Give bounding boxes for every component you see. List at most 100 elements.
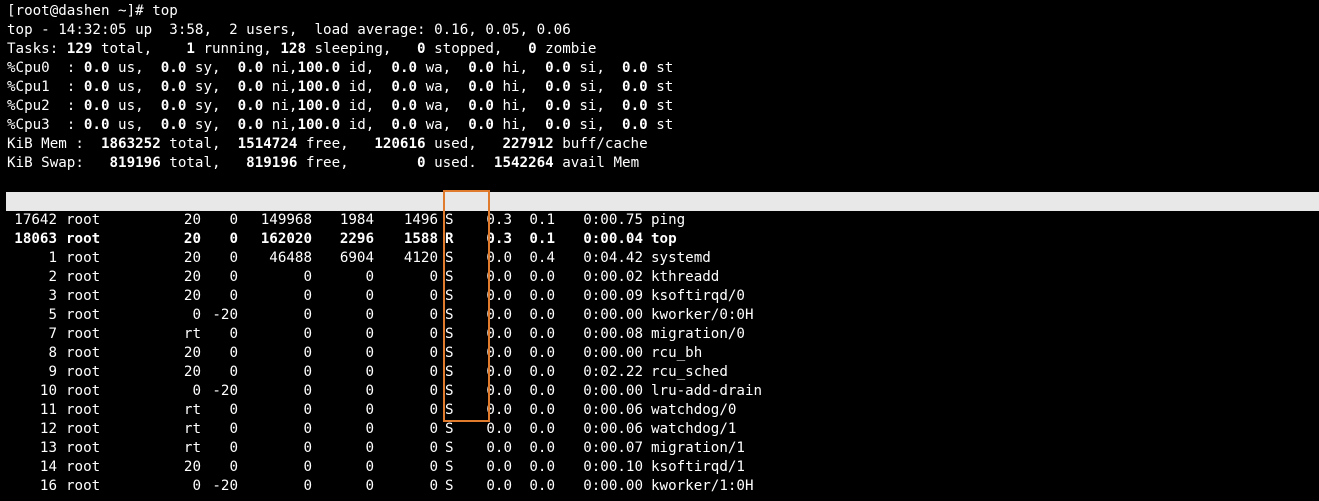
cell-mem: 0.0 — [529, 326, 555, 342]
table-row[interactable]: 12 root rt 0 0 0 0 S 0.0 0.0 0:00.06 watchdog/1 — [7, 420, 762, 439]
cell-cpu: 0.0 — [486, 459, 512, 475]
cell-ni: 0 — [229, 440, 238, 456]
cell-cpu: 0.0 — [486, 402, 512, 418]
cell-user: root — [66, 459, 101, 475]
cell-res: 0 — [365, 459, 374, 475]
cell-s: S — [445, 440, 454, 456]
cpu-id: 100.0 — [297, 117, 341, 133]
cell-command: rcu_sched — [651, 364, 728, 380]
cell-ni: 0 — [229, 345, 238, 361]
cell-pr: 20 — [183, 212, 201, 228]
cell-user: root — [66, 345, 101, 361]
cell-pid: 12 — [39, 421, 57, 437]
cell-cpu: 0.0 — [486, 288, 512, 304]
cell-command: rcu_bh — [651, 345, 703, 361]
cell-command: watchdog/1 — [651, 421, 737, 437]
cell-shr: 4120 — [403, 250, 438, 266]
cell-mem: 0.0 — [529, 402, 555, 418]
cell-mem: 0.0 — [529, 307, 555, 323]
cell-res: 0 — [365, 478, 374, 494]
cell-pr: 20 — [183, 269, 201, 285]
cell-res: 0 — [365, 440, 374, 456]
cell-time: 0:00.04 — [583, 231, 643, 247]
cell-shr: 0 — [429, 345, 438, 361]
cell-pid: 7 — [48, 326, 57, 342]
cell-s: R — [445, 231, 454, 247]
table-row[interactable]: 14 root 20 0 0 0 0 S 0.0 0.0 0:00.10 ksoftirqd/1 — [7, 458, 762, 477]
tasks-stopped: 0 — [417, 41, 426, 57]
cell-virt: 46488 — [269, 250, 312, 266]
mem-buff-cache: 227912 — [502, 136, 554, 152]
cell-command: top — [651, 231, 677, 247]
cell-command: kworker/0:0H — [651, 307, 754, 323]
cpu-sy: 0.0 — [160, 117, 187, 133]
cpu-id: 100.0 — [297, 79, 341, 95]
cell-cpu: 0.0 — [486, 250, 512, 266]
table-row[interactable]: 1 root 20 0 46488 6904 4120 S 0.0 0.4 0:04.42 syste… — [7, 249, 762, 268]
cell-cpu: 0.0 — [486, 440, 512, 456]
table-row[interactable]: 18063 root 20 0 162020 2296 1588 R 0.3 0.1 0:00.04… — [7, 230, 762, 249]
cell-res: 2296 — [339, 231, 374, 247]
cell-command: lru-add-drain — [651, 383, 763, 399]
cpu-sy: 0.0 — [160, 98, 187, 114]
cell-virt: 0 — [303, 402, 312, 418]
cell-virt: 0 — [303, 364, 312, 380]
cell-user: root — [66, 383, 101, 399]
cell-mem: 0.4 — [529, 250, 555, 266]
cell-pr: 20 — [183, 250, 201, 266]
cell-time: 0:00.00 — [583, 345, 643, 361]
cell-command: ping — [651, 212, 686, 228]
cell-shr: 0 — [429, 364, 438, 380]
cell-pid: 1 — [48, 250, 57, 266]
cell-shr: 0 — [429, 269, 438, 285]
terminal-window[interactable]: [root@dashen ~]# top top - 14:32:05 up 3… — [0, 0, 1319, 501]
cell-ni: 0 — [229, 231, 238, 247]
cell-res: 6904 — [339, 250, 374, 266]
cell-pid: 18063 — [14, 231, 57, 247]
cell-time: 0:00.06 — [583, 421, 643, 437]
cell-ni: 0 — [229, 364, 238, 380]
cell-user: root — [66, 440, 101, 456]
table-row[interactable]: 16 root 0 -20 0 0 0 S 0.0 0.0 0:00.00 kworker/1:0H — [7, 477, 762, 496]
table-row[interactable]: 11 root rt 0 0 0 0 S 0.0 0.0 0:00.06 watchdog/0 — [7, 401, 762, 420]
tasks-label: Tasks: — [7, 41, 59, 57]
cell-time: 0:00.02 — [583, 269, 643, 285]
table-row[interactable]: 5 root 0 -20 0 0 0 S 0.0 0.0 0:00.00 kworker/0:0H — [7, 306, 762, 325]
cell-user: root — [66, 288, 101, 304]
table-row[interactable]: 13 root rt 0 0 0 0 S 0.0 0.0 0:00.07 migration/1 — [7, 439, 762, 458]
cpu-line: %Cpu3 : 0.0 us, 0.0 sy, 0.0 ni,100.0 id,… — [7, 117, 674, 133]
cell-ni: 0 — [229, 212, 238, 228]
cell-mem: 0.0 — [529, 383, 555, 399]
table-row[interactable]: 3 root 20 0 0 0 0 S 0.0 0.0 0:00.09 ksoftirqd/0 — [7, 287, 762, 306]
cpu-si: 0.0 — [545, 79, 571, 95]
cell-pr: 0 — [192, 383, 201, 399]
mem-free: 1514724 — [237, 136, 298, 152]
cpu-line: %Cpu2 : 0.0 us, 0.0 sy, 0.0 ni,100.0 id,… — [7, 98, 674, 114]
cell-user: root — [66, 364, 101, 380]
table-row[interactable]: 7 root rt 0 0 0 0 S 0.0 0.0 0:00.08 migration/0 — [7, 325, 762, 344]
table-row[interactable]: 9 root 20 0 0 0 0 S 0.0 0.0 0:02.22 rcu_sched — [7, 363, 762, 382]
cell-s: S — [445, 402, 454, 418]
cell-pid: 10 — [39, 383, 57, 399]
cell-mem: 0.0 — [529, 269, 555, 285]
cpu-hi: 0.0 — [468, 79, 494, 95]
cell-pid: 9 — [48, 364, 57, 380]
table-row[interactable]: 10 root 0 -20 0 0 0 S 0.0 0.0 0:00.00 lru-add-drain — [7, 382, 762, 401]
mem-line: KiB Mem : 1863252 total, 1514724 free, 1… — [7, 136, 648, 152]
cell-time: 0:00.00 — [583, 307, 643, 323]
mem-used: 120616 — [374, 136, 426, 152]
cell-virt: 0 — [303, 421, 312, 437]
table-header: PID USER PR NI VIRT RES SHR S %CPU %MEM TIME+ COMMA… — [7, 192, 710, 247]
cell-res: 0 — [365, 288, 374, 304]
table-row[interactable]: 2 root 20 0 0 0 0 S 0.0 0.0 0:00.02 kthreadd — [7, 268, 762, 287]
cell-cpu: 0.0 — [486, 345, 512, 361]
uptime-line: top - 14:32:05 up 3:58, 2 users, load av… — [7, 22, 571, 38]
cell-time: 0:00.75 — [583, 212, 643, 228]
cell-time: 0:00.06 — [583, 402, 643, 418]
cpu-st: 0.0 — [622, 117, 648, 133]
table-row[interactable]: 8 root 20 0 0 0 0 S 0.0 0.0 0:00.00 rcu_bh — [7, 344, 762, 363]
table-row[interactable]: 17642 root 20 0 149968 1984 1496 S 0.3 0.1 0:00.75… — [7, 211, 762, 230]
cell-ni: -20 — [212, 478, 238, 494]
swap-used: 0 — [417, 155, 426, 171]
tasks-zombie: 0 — [528, 41, 537, 57]
